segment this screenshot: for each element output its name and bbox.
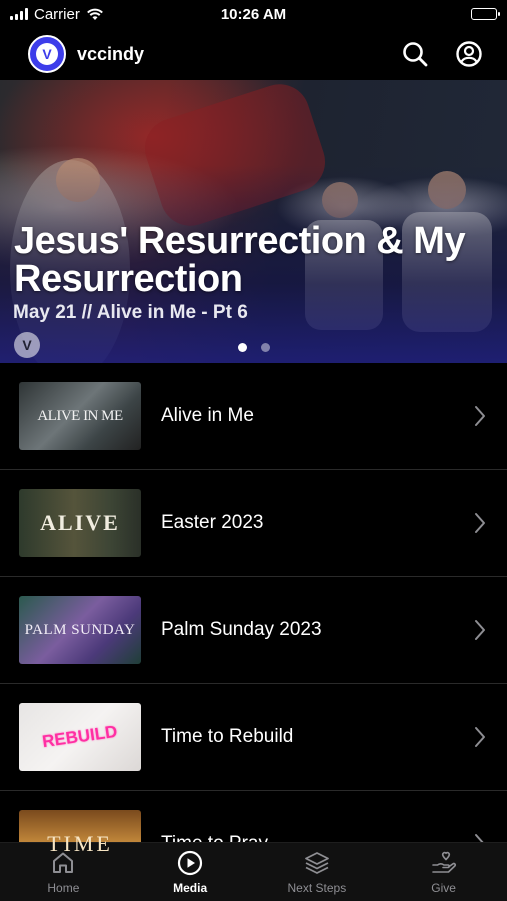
hero-banner[interactable]: Jesus' Resurrection & My Resurrection Ma… [0,80,507,363]
user-circle-icon[interactable] [455,40,483,68]
carrier-label: Carrier [34,5,80,23]
app-name: vccindy [77,43,145,64]
carrier-info: Carrier [10,6,104,23]
hero-title: Jesus' Resurrection & My Resurrection [14,220,466,300]
series-title: Alive in Me [161,405,254,426]
tab-label: Home [47,881,80,895]
list-item[interactable]: ALIVE Easter 2023 [0,470,507,577]
chevron-right-icon [475,727,485,747]
series-thumbnail: ALIVE IN ME [19,382,141,450]
list-item[interactable]: ALIVE IN ME Alive in Me [0,363,507,470]
chevron-right-icon [475,513,485,533]
church-logo[interactable]: V [28,35,66,73]
logo-letter: V [36,43,58,65]
series-title: Time to Rebuild [161,726,294,747]
series-thumbnail: REBUILD [19,703,141,771]
v-logo-icon: V [14,332,40,358]
chevron-right-icon [475,406,485,426]
carousel-dot-2[interactable] [261,343,270,352]
tab-give[interactable]: Give [380,843,507,901]
series-list: ALIVE IN ME Alive in Me ALIVE Easter 202… [0,363,507,898]
chevron-right-icon [475,620,485,640]
tab-label: Next Steps [287,881,347,895]
search-icon[interactable] [401,40,429,68]
series-title: Easter 2023 [161,512,264,533]
carousel-dots[interactable] [238,343,270,352]
wifi-icon [86,8,103,20]
battery-icon [471,8,500,20]
signal-icon [10,8,28,20]
tab-media[interactable]: Media [127,843,254,901]
carousel-dot-1[interactable] [238,343,247,352]
app-header: V vccindy [0,28,507,80]
tab-label: Media [173,881,208,895]
tab-label: Give [431,881,456,895]
series-title: Palm Sunday 2023 [161,619,322,640]
stack-icon [304,852,329,874]
series-thumbnail: PALM SUNDAY [19,596,141,664]
list-item[interactable]: REBUILD Time to Rebuild [0,684,507,791]
series-thumbnail: ALIVE [19,489,141,557]
heart-hand-icon [431,851,456,873]
play-circle-icon [178,850,203,876]
hero-subtitle: May 21 // Alive in Me - Pt 6 [13,302,248,323]
list-item[interactable]: PALM SUNDAY Palm Sunday 2023 [0,577,507,684]
tab-next-steps[interactable]: Next Steps [254,843,381,901]
status-bar: Carrier 10:26 AM [0,0,507,28]
